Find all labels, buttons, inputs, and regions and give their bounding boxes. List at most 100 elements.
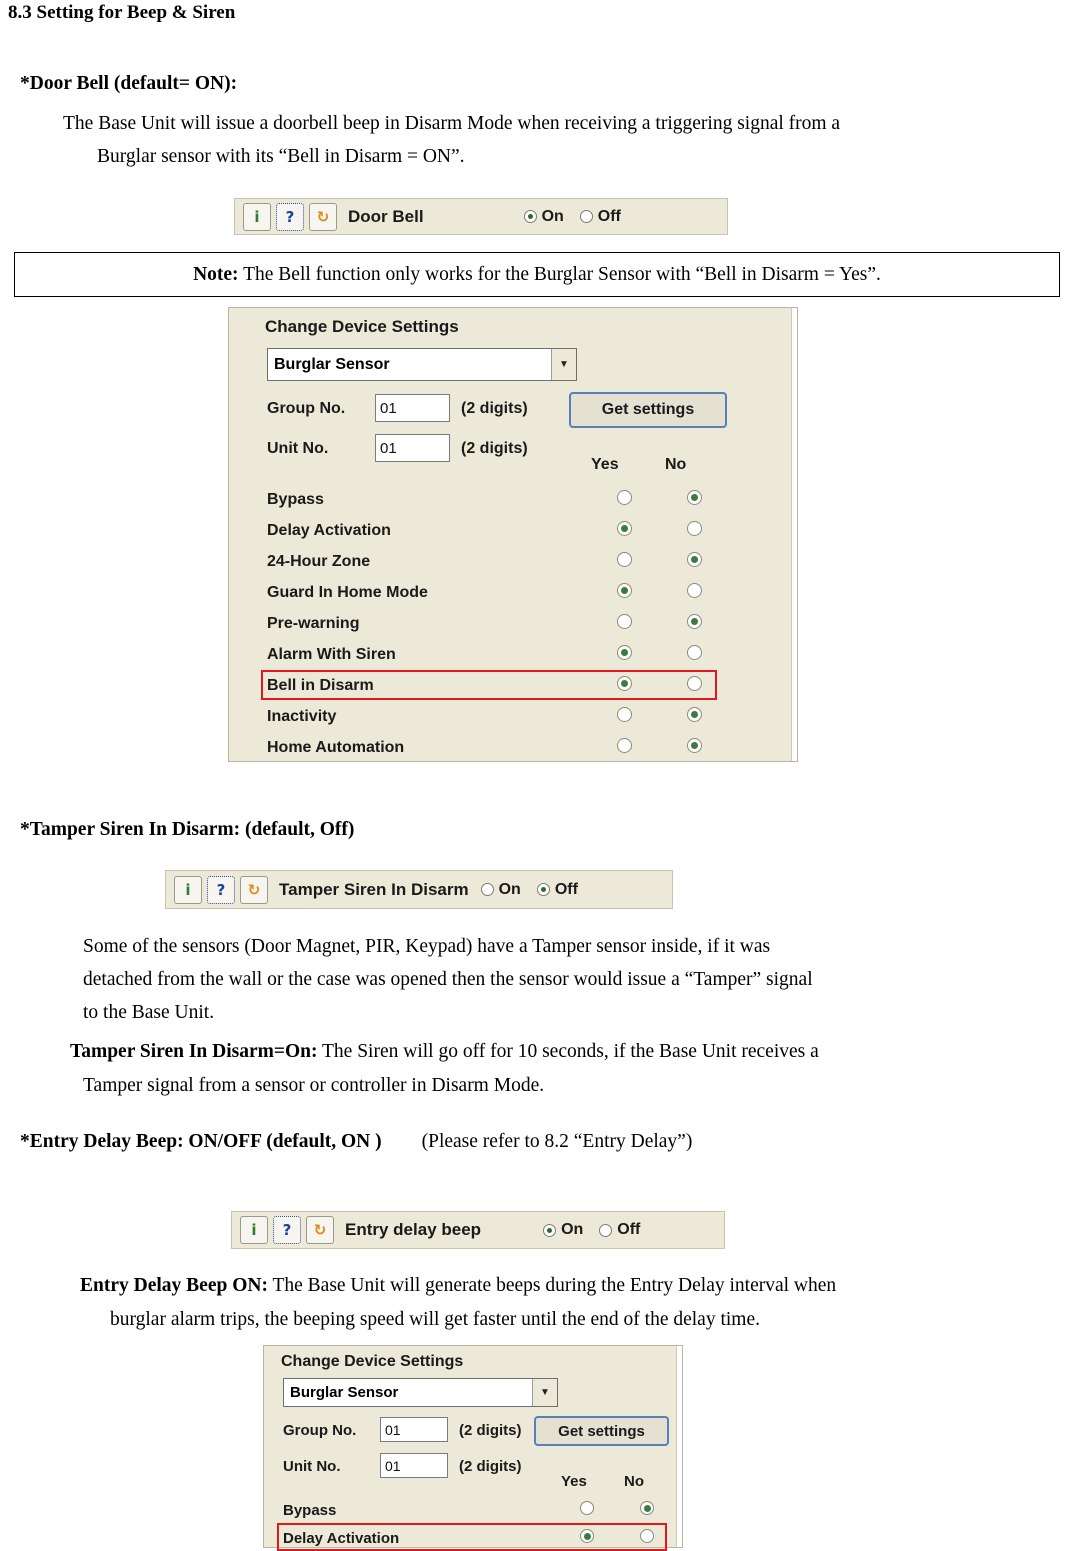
- row-label-guard-in-home-mode: Guard In Home Mode: [267, 584, 428, 601]
- help-icon[interactable]: ?: [273, 1216, 301, 1244]
- group-no-input[interactable]: 01: [375, 394, 450, 422]
- device-type-value: Burglar Sensor: [274, 355, 390, 373]
- device-type-value-2: Burglar Sensor: [290, 1384, 399, 1401]
- entry-body-line1: Entry Delay Beep ON: The Base Unit will …: [80, 1272, 836, 1299]
- tamper-on-line: Tamper Siren In Disarm=On: The Siren wil…: [70, 1038, 819, 1065]
- entry-body-text: The Base Unit will generate beeps during…: [267, 1275, 837, 1296]
- entry-title: *Entry Delay Beep: ON/OFF (default, ON )…: [20, 1128, 692, 1155]
- row-label-24-hour-zone: 24-Hour Zone: [267, 553, 371, 570]
- bypass-no-radio[interactable]: [687, 490, 702, 505]
- tamper-body-line2: detached from the wall or the case was o…: [83, 969, 813, 990]
- note-prefix: Note:: [193, 263, 239, 285]
- row-label-bypass-2: Bypass: [283, 1502, 337, 1519]
- entry-title-bold: *Entry Delay Beep: ON/OFF (default, ON ): [20, 1131, 382, 1152]
- tamper-radio-group[interactable]: On Off: [480, 880, 594, 899]
- panel2-title: Change Device Settings: [281, 1353, 464, 1370]
- group-no-label-2: Group No.: [283, 1422, 357, 1439]
- row-label-pre-warning: Pre-warning: [267, 615, 360, 632]
- doorbell-label: Door Bell: [348, 206, 424, 226]
- device-type-select-2[interactable]: Burglar Sensor ▼: [283, 1378, 558, 1407]
- alarm-with-siren-no-radio[interactable]: [687, 645, 702, 660]
- group-no-input-2[interactable]: 01: [380, 1417, 448, 1442]
- help-icon[interactable]: ?: [276, 202, 304, 231]
- panel-scroll-edge: [791, 308, 797, 761]
- 24-hour-zone-yes-radio[interactable]: [617, 552, 632, 567]
- entry-delay-beep-radio-off[interactable]: [599, 1223, 613, 1237]
- delay-activation-yes-radio[interactable]: [617, 521, 632, 536]
- change-device-settings-panel-1: Change Device Settings Burglar Sensor ▼ …: [228, 307, 798, 762]
- group-no-hint-2: (2 digits): [459, 1422, 522, 1439]
- entry-delay-beep-radio-group[interactable]: On Off: [543, 1221, 656, 1239]
- home-automation-yes-radio[interactable]: [617, 738, 632, 753]
- doorbell-radio-group[interactable]: On Off: [523, 207, 637, 226]
- inactivity-yes-radio[interactable]: [617, 707, 632, 722]
- bell-in-disarm-yes-radio[interactable]: [617, 676, 632, 691]
- col-yes-header: Yes: [591, 456, 619, 473]
- entry-delay-beep-radio-off-label: Off: [617, 1221, 641, 1238]
- col-no-header-2: No: [624, 1473, 644, 1490]
- device-type-select[interactable]: Burglar Sensor ▼: [267, 348, 577, 381]
- chevron-down-icon[interactable]: ▼: [551, 349, 576, 380]
- entry-delay-beep-radio-on-label: On: [561, 1221, 584, 1238]
- unit-no-hint-2: (2 digits): [459, 1458, 522, 1475]
- doorbell-radio-on[interactable]: [523, 210, 537, 223]
- doorbell-radio-on-label: On: [541, 207, 564, 225]
- entry-delay-beep-strip[interactable]: i ? ↻ Entry delay beep On Off: [231, 1211, 725, 1249]
- entry-title-ref: (Please refer to 8.2 “Entry Delay”): [421, 1131, 693, 1152]
- col-yes-header-2: Yes: [561, 1473, 587, 1490]
- info-icon[interactable]: i: [240, 1216, 268, 1244]
- note-text: The Bell function only works for the Bur…: [238, 263, 881, 285]
- row-label-bell-in-disarm: Bell in Disarm: [267, 677, 374, 694]
- delay-activation-no-radio-2[interactable]: [640, 1529, 654, 1543]
- bypass-yes-radio[interactable]: [617, 490, 632, 505]
- tamper-body-line3: to the Base Unit.: [83, 1002, 215, 1023]
- bell-in-disarm-no-radio[interactable]: [687, 676, 702, 691]
- home-automation-no-radio[interactable]: [687, 738, 702, 753]
- tamper-on-line2: Tamper signal from a sensor or controlle…: [83, 1075, 545, 1096]
- unit-no-input[interactable]: 01: [375, 434, 450, 462]
- doorbell-setting-strip[interactable]: i ? ↻ Door Bell On Off: [234, 198, 728, 235]
- entry-body-bold: Entry Delay Beep ON:: [80, 1275, 268, 1296]
- inactivity-no-radio[interactable]: [687, 707, 702, 722]
- unit-no-input-2[interactable]: 01: [380, 1453, 448, 1478]
- pre-warning-yes-radio[interactable]: [617, 614, 632, 629]
- unit-no-label: Unit No.: [267, 440, 329, 457]
- delay-activation-no-radio[interactable]: [687, 521, 702, 536]
- tamper-radio-off[interactable]: [536, 883, 550, 896]
- panel1-title: Change Device Settings: [265, 317, 459, 336]
- pre-warning-no-radio[interactable]: [687, 614, 702, 629]
- doorbell-title: *Door Bell (default= ON):: [20, 73, 238, 94]
- get-settings-button[interactable]: Get settings: [569, 392, 727, 428]
- 24-hour-zone-no-radio[interactable]: [687, 552, 702, 567]
- refresh-icon[interactable]: ↻: [306, 1216, 334, 1244]
- change-device-settings-panel-2: Change Device Settings Burglar Sensor ▼ …: [263, 1345, 683, 1551]
- chevron-down-icon[interactable]: ▼: [532, 1379, 557, 1406]
- row-label-bypass: Bypass: [267, 491, 324, 508]
- entry-delay-beep-radio-on[interactable]: [543, 1223, 557, 1237]
- unit-no-label-2: Unit No.: [283, 1458, 341, 1475]
- info-icon[interactable]: i: [174, 875, 202, 904]
- delay-activation-yes-radio-2[interactable]: [580, 1529, 594, 1543]
- help-icon[interactable]: ?: [207, 875, 235, 904]
- tamper-on-bold: Tamper Siren In Disarm=On:: [70, 1041, 318, 1062]
- row-label-home-automation: Home Automation: [267, 739, 405, 756]
- alarm-with-siren-yes-radio[interactable]: [617, 645, 632, 660]
- doorbell-radio-off[interactable]: [579, 210, 593, 223]
- bypass-no-radio-2[interactable]: [640, 1501, 654, 1515]
- refresh-icon[interactable]: ↻: [309, 202, 337, 231]
- row-label-delay-activation-2: Delay Activation: [283, 1530, 400, 1547]
- guard-in-home-mode-yes-radio[interactable]: [617, 583, 632, 598]
- tamper-title: *Tamper Siren In Disarm: (default, Off): [20, 819, 355, 840]
- panel-scroll-edge: [676, 1346, 682, 1547]
- refresh-icon[interactable]: ↻: [240, 875, 268, 904]
- info-icon[interactable]: i: [243, 202, 271, 231]
- tamper-radio-on[interactable]: [480, 883, 494, 896]
- doorbell-body-line2: Burglar sensor with its “Bell in Disarm …: [97, 146, 465, 167]
- tamper-radio-off-label: Off: [554, 880, 578, 898]
- tamper-radio-on-label: On: [498, 880, 521, 898]
- get-settings-button-2[interactable]: Get settings: [534, 1416, 669, 1446]
- page-title: 8.3 Setting for Beep & Siren: [8, 2, 236, 23]
- guard-in-home-mode-no-radio[interactable]: [687, 583, 702, 598]
- bypass-yes-radio-2[interactable]: [580, 1501, 594, 1515]
- tamper-setting-strip[interactable]: i ? ↻ Tamper Siren In Disarm On Off: [165, 870, 673, 909]
